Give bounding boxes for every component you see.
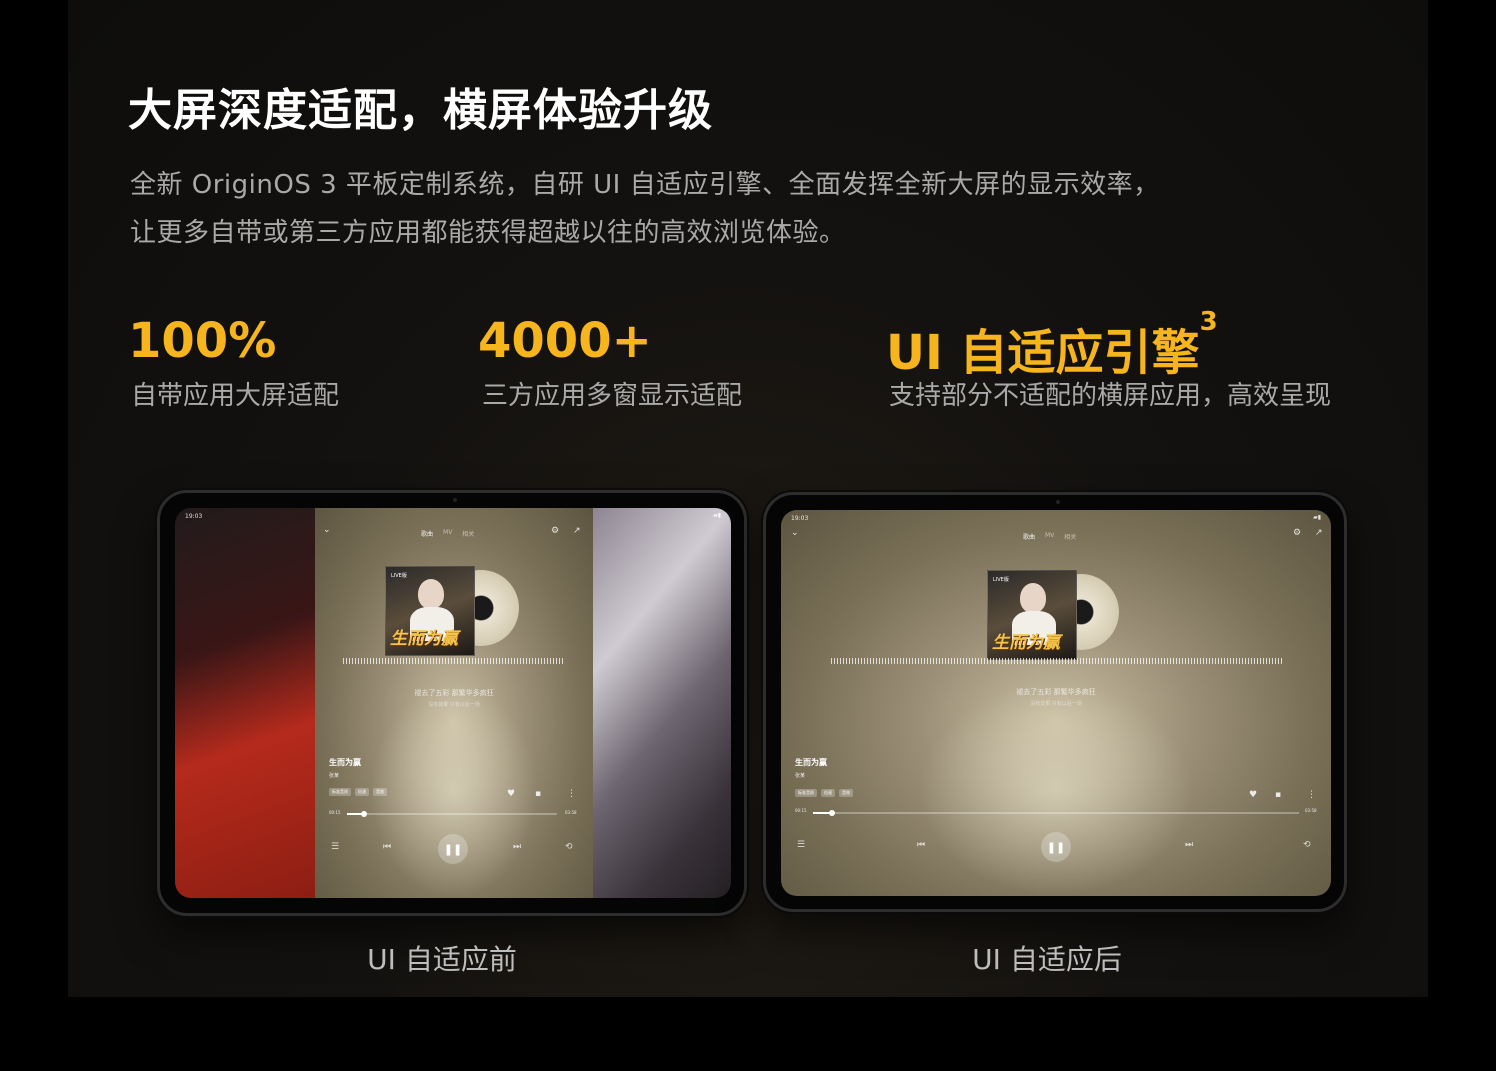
lyric-subline: 没有如果 只有以后一场 bbox=[428, 702, 480, 708]
pause-button[interactable]: ❚❚ bbox=[1041, 832, 1071, 862]
lyric-subline: 没有如果 只有以后一场 bbox=[1030, 701, 1082, 707]
chip-quality[interactable]: 标准音质 bbox=[329, 788, 351, 796]
more-icon[interactable]: ⋮ bbox=[1307, 791, 1316, 800]
time-elapsed: 00:15 bbox=[795, 808, 807, 813]
share-icon[interactable]: ↗ bbox=[1315, 529, 1323, 538]
heart-icon[interactable]: ♥ bbox=[507, 790, 515, 799]
settings-icon[interactable]: ⚙ bbox=[551, 527, 559, 536]
wallpaper-left bbox=[175, 508, 315, 898]
battery-icon: ▰▮ bbox=[713, 512, 721, 519]
stat-value-engine: UI 自适应引擎3 bbox=[886, 307, 1218, 383]
stat-value-thirdparty: 4000+ bbox=[478, 313, 652, 369]
time-elapsed: 00:15 bbox=[329, 810, 341, 815]
status-time: 19:03 bbox=[791, 515, 809, 522]
chip-quality[interactable]: 标准音质 bbox=[795, 789, 817, 797]
next-icon[interactable]: ⏭ bbox=[1185, 840, 1193, 850]
tab-mv[interactable]: MV bbox=[443, 529, 452, 538]
description-line-1: 全新 OriginOS 3 平板定制系统，自研 UI 自适应引擎、全面发挥全新大… bbox=[130, 170, 1160, 200]
tab-related[interactable]: 相关 bbox=[462, 529, 474, 538]
audio-waveform bbox=[831, 658, 1283, 664]
audio-waveform bbox=[343, 658, 563, 664]
chip-effect[interactable]: 音效 bbox=[373, 788, 387, 796]
cover-tag: LIVE版 bbox=[993, 577, 1009, 583]
time-total: 03:58 bbox=[565, 810, 577, 815]
cover-tag: LIVE版 bbox=[391, 573, 407, 579]
comment-icon[interactable]: ▪ bbox=[1275, 791, 1281, 800]
tab-related[interactable]: 相关 bbox=[1064, 532, 1076, 541]
music-app-window: 19:03 ▰▮ ⌄ 歌曲 MV 相关 ⚙ ↗ LIVE版 生而为赢 褪去了五彩… bbox=[781, 510, 1331, 896]
cover-title: 生而为赢 bbox=[390, 629, 458, 649]
camera-dot bbox=[453, 498, 457, 502]
artist-name[interactable]: 张某 bbox=[329, 772, 339, 779]
tab-song[interactable]: 歌曲 bbox=[421, 529, 433, 538]
lyric-line: 褪去了五彩 那繁华多疯狂 bbox=[414, 689, 494, 697]
album-cover: LIVE版 生而为赢 bbox=[987, 570, 1077, 660]
tablet-after: 19:03 ▰▮ ⌄ 歌曲 MV 相关 ⚙ ↗ LIVE版 生而为赢 褪去了五彩… bbox=[763, 492, 1347, 912]
share-icon[interactable]: ↗ bbox=[573, 527, 581, 536]
progress-knob[interactable] bbox=[829, 810, 836, 816]
time-total: 03:58 bbox=[1305, 808, 1317, 813]
wallpaper-right bbox=[591, 508, 731, 898]
quality-chips: 标准音质 倍速 音效 bbox=[795, 789, 853, 797]
camera-dot bbox=[1056, 500, 1060, 504]
stat-label-engine: 支持部分不适配的横屏应用，高效呈现 bbox=[889, 381, 1332, 411]
progress-knob[interactable] bbox=[360, 811, 367, 817]
song-title: 生而为赢 bbox=[795, 758, 827, 767]
artist-face bbox=[418, 579, 444, 609]
caption-before: UI 自适应前 bbox=[367, 943, 517, 976]
artist-face bbox=[1020, 583, 1046, 613]
tab-bar: 歌曲 MV 相关 bbox=[421, 529, 474, 538]
tab-mv[interactable]: MV bbox=[1045, 532, 1054, 541]
stat-label-builtin: 自带应用大屏适配 bbox=[131, 381, 340, 411]
page-title: 大屏深度适配，横屏体验升级 bbox=[128, 85, 713, 136]
previous-icon[interactable]: ⏮ bbox=[917, 840, 925, 850]
music-app-window: ⌄ 歌曲 MV 相关 ⚙ ↗ LIVE版 生而为赢 褪去了五彩 那繁华多疯狂 没… bbox=[315, 508, 593, 898]
album-cover: LIVE版 生而为赢 bbox=[385, 566, 475, 656]
progress-bar[interactable] bbox=[813, 810, 1299, 816]
heart-icon[interactable]: ♥ bbox=[1249, 791, 1257, 800]
chevron-down-icon[interactable]: ⌄ bbox=[323, 526, 331, 535]
repeat-icon[interactable]: ⟲ bbox=[1303, 840, 1311, 850]
status-time: 19:03 bbox=[185, 513, 203, 520]
caption-after: UI 自适应后 bbox=[972, 943, 1122, 976]
tablet-before-screen: 19:03 ▰▮ ⌄ 歌曲 MV 相关 ⚙ ↗ LIVE版 生而为赢 褪去了五彩… bbox=[175, 508, 731, 898]
stat-value-builtin: 100% bbox=[128, 313, 277, 369]
background-glow bbox=[918, 683, 1194, 896]
tablet-after-screen: 19:03 ▰▮ ⌄ 歌曲 MV 相关 ⚙ ↗ LIVE版 生而为赢 褪去了五彩… bbox=[781, 510, 1331, 896]
pause-button[interactable]: ❚❚ bbox=[438, 834, 468, 864]
stat-value-engine-text: UI 自适应引擎 bbox=[886, 325, 1200, 381]
battery-icon: ▰▮ bbox=[1313, 514, 1321, 521]
tab-bar: 歌曲 MV 相关 bbox=[1023, 532, 1076, 541]
tablet-before: 19:03 ▰▮ ⌄ 歌曲 MV 相关 ⚙ ↗ LIVE版 生而为赢 褪去了五彩… bbox=[157, 490, 747, 916]
lyric-line: 褪去了五彩 那繁华多疯狂 bbox=[1016, 688, 1096, 696]
playlist-icon[interactable]: ☰ bbox=[331, 842, 339, 852]
description-line-2: 让更多自带或第三方应用都能获得超越以往的高效浏览体验。 bbox=[130, 218, 846, 248]
footnote-marker: 3 bbox=[1199, 307, 1218, 337]
chip-speed[interactable]: 倍速 bbox=[355, 788, 369, 796]
progress-bar[interactable] bbox=[347, 811, 557, 817]
comment-icon[interactable]: ▪ bbox=[535, 790, 541, 799]
repeat-icon[interactable]: ⟲ bbox=[565, 842, 573, 852]
stat-label-thirdparty: 三方应用多窗显示适配 bbox=[482, 381, 743, 411]
tab-song[interactable]: 歌曲 bbox=[1023, 532, 1035, 541]
settings-icon[interactable]: ⚙ bbox=[1293, 529, 1301, 538]
cover-title: 生而为赢 bbox=[992, 633, 1060, 653]
chevron-down-icon[interactable]: ⌄ bbox=[791, 529, 799, 538]
chip-speed[interactable]: 倍速 bbox=[821, 789, 835, 797]
playlist-icon[interactable]: ☰ bbox=[797, 840, 805, 850]
quality-chips: 标准音质 倍速 音效 bbox=[329, 788, 387, 796]
previous-icon[interactable]: ⏮ bbox=[383, 842, 391, 852]
more-icon[interactable]: ⋮ bbox=[567, 790, 576, 799]
song-title: 生而为赢 bbox=[329, 758, 361, 767]
next-icon[interactable]: ⏭ bbox=[513, 842, 521, 852]
artist-name[interactable]: 张某 bbox=[795, 772, 805, 779]
chip-effect[interactable]: 音效 bbox=[839, 789, 853, 797]
